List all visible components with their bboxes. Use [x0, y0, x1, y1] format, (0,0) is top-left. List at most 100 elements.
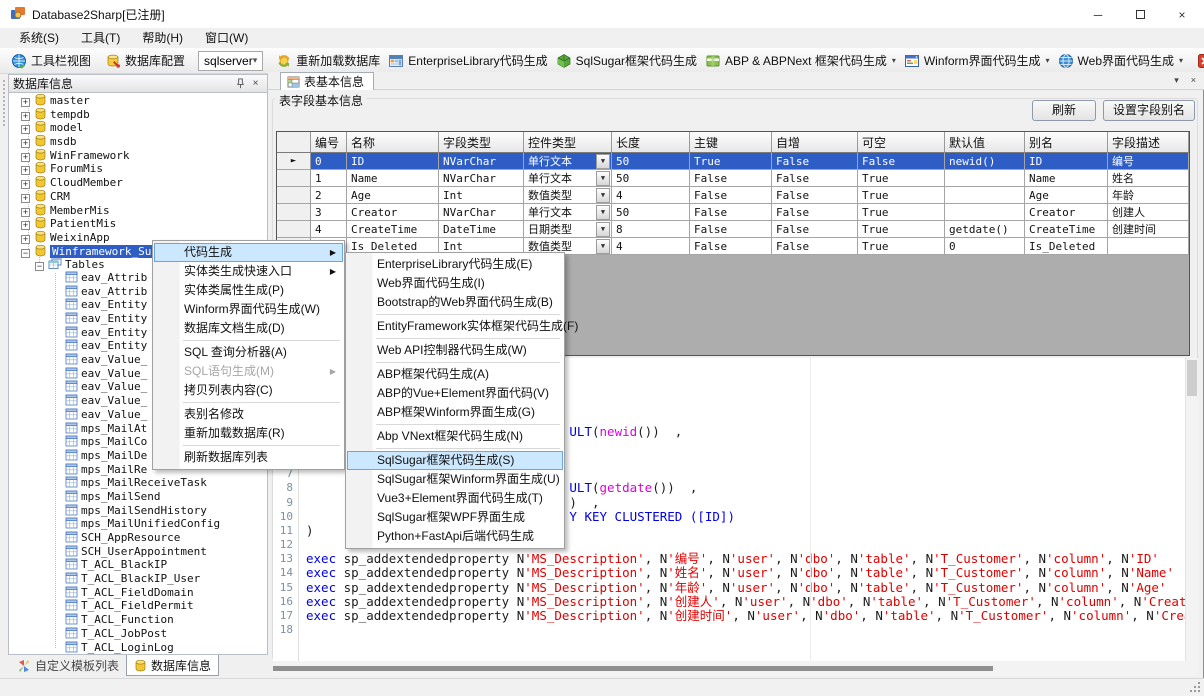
- grid-cell[interactable]: 4: [612, 187, 690, 204]
- grid-cell[interactable]: 单行文本▼: [524, 153, 612, 170]
- grid-column-header[interactable]: 编号: [311, 132, 347, 153]
- tab-table-info[interactable]: 表基本信息: [280, 72, 374, 90]
- grid-column-header[interactable]: 默认值: [945, 132, 1025, 153]
- menubar-item[interactable]: 系统(S): [8, 28, 70, 48]
- tree-database-item[interactable]: +MemberMis: [9, 203, 267, 217]
- tab-list-dropdown-icon[interactable]: ▾: [1174, 75, 1179, 86]
- tree-table-item[interactable]: T_ACL_FieldDomain: [9, 586, 267, 600]
- context-menu-item[interactable]: 实体类生成快速入口▶: [154, 262, 343, 281]
- submenu-item[interactable]: SqlSugar框架代码生成(S): [347, 451, 563, 470]
- maximize-button[interactable]: [1119, 1, 1161, 28]
- tree-expander-icon[interactable]: +: [21, 208, 30, 217]
- reload-database-button[interactable]: 重新加载数据库: [272, 50, 384, 72]
- grid-column-header[interactable]: 长度: [612, 132, 690, 153]
- tree-table-item[interactable]: SCH_UserAppointment: [9, 545, 267, 559]
- submenu-item[interactable]: ABP框架Winform界面生成(G): [347, 403, 563, 422]
- grid-cell[interactable]: 单行文本▼: [524, 170, 612, 187]
- grid-cell[interactable]: 50: [612, 153, 690, 170]
- context-menu-item[interactable]: SQL语句生成(M)▶: [154, 362, 343, 381]
- submenu-item[interactable]: EntityFramework实体框架代码生成(F): [347, 317, 563, 336]
- grid-cell[interactable]: 单行文本▼: [524, 204, 612, 221]
- context-menu-item[interactable]: SQL 查询分析器(A): [154, 343, 343, 362]
- grid-cell[interactable]: Name: [1025, 170, 1108, 187]
- tree-table-item[interactable]: mps_MailSendHistory: [9, 504, 267, 518]
- winform-codegen-button[interactable]: Winform界面代码生成▾: [900, 50, 1054, 72]
- enterpriselibrary-codegen-button[interactable]: EnterpriseLibrary代码生成: [384, 50, 551, 72]
- vertical-scrollbar-thumb[interactable]: [1187, 360, 1197, 396]
- grid-cell[interactable]: NVarChar: [439, 153, 524, 170]
- webui-codegen-button[interactable]: Web界面代码生成▾: [1054, 50, 1187, 72]
- tree-database-item[interactable]: +model: [9, 120, 267, 134]
- grid-cell[interactable]: Name: [347, 170, 439, 187]
- tree-database-item[interactable]: +msdb: [9, 134, 267, 148]
- tree-database-item[interactable]: +WinFramework: [9, 148, 267, 162]
- grid-cell[interactable]: False: [772, 204, 858, 221]
- grid-cell[interactable]: ID: [347, 153, 439, 170]
- tree-table-item[interactable]: mps_MailUnifiedConfig: [9, 517, 267, 531]
- editor-horizontal-scrollbar[interactable]: [273, 661, 1198, 676]
- grid-column-header[interactable]: 控件类型: [524, 132, 612, 153]
- grid-cell[interactable]: 数值类型▼: [524, 187, 612, 204]
- combo-dropdown-icon[interactable]: ▼: [596, 222, 610, 237]
- grid-cell[interactable]: 3: [311, 204, 347, 221]
- grid-cell[interactable]: CreateTime: [1025, 221, 1108, 238]
- context-menu-item[interactable]: Winform界面代码生成(W): [154, 300, 343, 319]
- combo-dropdown-icon[interactable]: ▼: [596, 154, 610, 169]
- grid-cell[interactable]: False: [772, 170, 858, 187]
- tree-expander-icon[interactable]: +: [21, 180, 30, 189]
- tree-table-item[interactable]: T_ACL_LoginLog: [9, 641, 267, 655]
- tree-database-item[interactable]: +tempdb: [9, 107, 267, 121]
- grid-cell[interactable]: Int: [439, 187, 524, 204]
- tree-expander-icon[interactable]: −: [35, 262, 44, 271]
- row-selector-cell[interactable]: ►: [277, 153, 311, 170]
- tree-table-item[interactable]: mps_MailSend: [9, 490, 267, 504]
- tree-expander-icon[interactable]: −: [21, 249, 30, 258]
- tree-expander-icon[interactable]: +: [21, 125, 30, 134]
- grid-cell[interactable]: 日期类型▼: [524, 221, 612, 238]
- grid-cell[interactable]: False: [772, 221, 858, 238]
- submenu-item[interactable]: SqlSugar框架Winform界面生成(U): [347, 470, 563, 489]
- grid-cell[interactable]: 年龄: [1108, 187, 1189, 204]
- row-selector-cell[interactable]: [277, 204, 311, 221]
- combo-dropdown-icon[interactable]: ▼: [596, 188, 610, 203]
- sidebar-tab-database-info[interactable]: 数据库信息: [126, 655, 219, 676]
- tree-database-item[interactable]: +master: [9, 93, 267, 107]
- context-menu-item[interactable]: 数据库文档生成(D): [154, 319, 343, 338]
- grid-column-header[interactable]: 自增: [772, 132, 858, 153]
- grid-cell[interactable]: 50: [612, 170, 690, 187]
- grid-cell[interactable]: False: [858, 153, 945, 170]
- tree-table-item[interactable]: mps_MailReceiveTask: [9, 476, 267, 490]
- row-selector-cell[interactable]: [277, 187, 311, 204]
- context-menu-item[interactable]: 表别名修改: [154, 405, 343, 424]
- submenu-item[interactable]: ABP框架代码生成(A): [347, 365, 563, 384]
- table-row[interactable]: 1NameNVarChar单行文本▼50FalseFalseTrueName姓名: [277, 170, 1189, 187]
- grid-cell[interactable]: 4: [311, 221, 347, 238]
- grid-cell[interactable]: 0: [945, 238, 1025, 255]
- context-menu-item[interactable]: 重新加载数据库(R): [154, 424, 343, 443]
- grid-cell[interactable]: False: [772, 187, 858, 204]
- tree-table-item[interactable]: T_ACL_JobPost: [9, 627, 267, 641]
- tree-expander-icon[interactable]: +: [21, 139, 30, 148]
- menubar-item[interactable]: 窗口(W): [194, 28, 259, 48]
- grid-cell[interactable]: True: [690, 153, 772, 170]
- grid-cell[interactable]: False: [690, 238, 772, 255]
- grid-cell[interactable]: [945, 170, 1025, 187]
- set-field-alias-button[interactable]: 设置字段别名: [1103, 100, 1195, 121]
- grid-cell[interactable]: CreateTime: [347, 221, 439, 238]
- tree-table-item[interactable]: SCH_AppResource: [9, 531, 267, 545]
- grid-column-header[interactable]: 别名: [1025, 132, 1108, 153]
- table-row[interactable]: 2AgeInt数值类型▼4FalseFalseTrueAge年龄: [277, 187, 1189, 204]
- grid-cell[interactable]: False: [690, 221, 772, 238]
- close-button[interactable]: ×: [1161, 1, 1203, 28]
- submenu-item[interactable]: Bootstrap的Web界面代码生成(B): [347, 293, 563, 312]
- table-row[interactable]: ►0IDNVarChar单行文本▼50TrueFalseFalsenewid()…: [277, 153, 1189, 170]
- context-menu-item[interactable]: 代码生成▶: [154, 243, 343, 262]
- abp-codegen-button[interactable]: ABP & ABPNext 框架代码生成▾: [701, 50, 900, 72]
- row-selector-cell[interactable]: [277, 170, 311, 187]
- refresh-button[interactable]: 刷新: [1032, 100, 1096, 121]
- row-selector-cell[interactable]: [277, 221, 311, 238]
- grid-cell[interactable]: True: [858, 238, 945, 255]
- table-row[interactable]: 3CreatorNVarChar单行文本▼50FalseFalseTrueCre…: [277, 204, 1189, 221]
- grid-cell[interactable]: Creator: [347, 204, 439, 221]
- grid-cell[interactable]: True: [858, 204, 945, 221]
